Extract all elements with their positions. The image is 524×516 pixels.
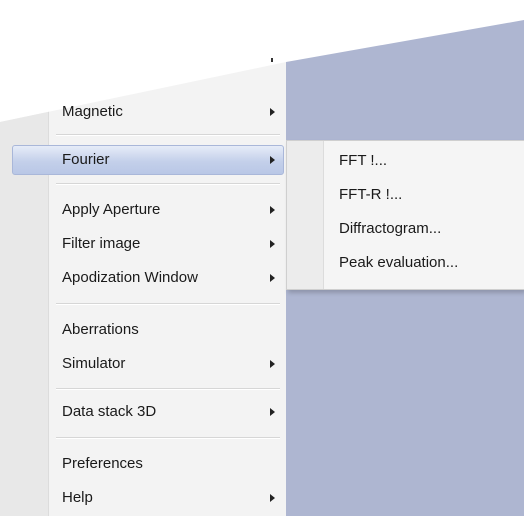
submenu-arrow-icon xyxy=(270,408,275,416)
menu-item-fourier[interactable]: Fourier xyxy=(62,148,110,172)
menu-separator xyxy=(56,437,280,439)
menu-item-highlight xyxy=(12,145,284,175)
submenu-item-fft[interactable]: FFT !... xyxy=(339,149,387,173)
submenu-item-diffractogram[interactable]: Diffractogram... xyxy=(339,217,441,241)
menu-separator xyxy=(56,303,280,305)
submenu-item-peak-evaluation[interactable]: Peak evaluation... xyxy=(339,251,458,275)
submenu-arrow-icon xyxy=(270,360,275,368)
menu-icon-gutter xyxy=(0,62,48,516)
menu-gutter-divider xyxy=(48,62,49,516)
submenu-gutter-divider xyxy=(323,141,324,289)
submenu-arrow-icon xyxy=(270,156,275,164)
menu-item-apodization-window[interactable]: Apodization Window xyxy=(62,266,198,290)
scroll-up-arrow-icon xyxy=(271,58,273,62)
menu-item-data-stack-3d[interactable]: Data stack 3D xyxy=(62,400,156,424)
menu-item-help[interactable]: Help xyxy=(62,486,93,510)
submenu-arrow-icon xyxy=(270,108,275,116)
menu-item-aberrations[interactable]: Aberrations xyxy=(62,318,139,342)
submenu-arrow-icon xyxy=(270,206,275,214)
submenu-arrow-icon xyxy=(270,274,275,282)
menu-item-magnetic[interactable]: Magnetic xyxy=(62,100,123,124)
menu-item-simulator[interactable]: Simulator xyxy=(62,352,125,376)
fourier-submenu: FFT !... FFT-R !... Diffractogram... Pea… xyxy=(286,140,524,290)
menu-separator xyxy=(56,134,280,136)
submenu-item-fft-r[interactable]: FFT-R !... xyxy=(339,183,402,207)
menu-item-apply-aperture[interactable]: Apply Aperture xyxy=(62,198,160,222)
submenu-arrow-icon xyxy=(270,240,275,248)
menu-separator xyxy=(56,183,280,185)
submenu-icon-gutter xyxy=(287,141,323,289)
submenu-arrow-icon xyxy=(270,494,275,502)
menu-item-filter-image[interactable]: Filter image xyxy=(62,232,140,256)
menu-item-preferences[interactable]: Preferences xyxy=(62,452,143,476)
menu-separator xyxy=(56,388,280,390)
